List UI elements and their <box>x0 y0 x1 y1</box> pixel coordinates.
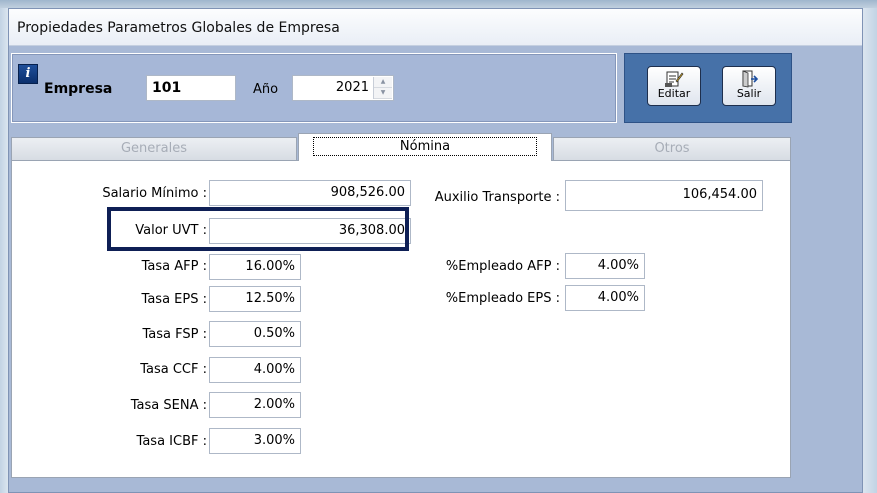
salir-label: Salir <box>736 87 762 100</box>
tasa-icbf-input[interactable]: 3.00% <box>209 428 301 454</box>
dialog-titlebar: Propiedades Parametros Globales de Empre… <box>9 9 862 46</box>
exit-door-icon <box>739 70 759 88</box>
tab-nomina-label: Nómina <box>312 137 538 156</box>
tasa-sena-label: Tasa SENA : <box>130 398 207 413</box>
info-icon: i <box>18 64 38 84</box>
tab-otros[interactable]: Otros <box>553 137 791 161</box>
valor-uvt-highlight-box <box>107 207 409 251</box>
ano-label: Año <box>253 82 279 97</box>
tasa-icbf-label: Tasa ICBF : <box>136 434 207 449</box>
editar-label: Editar <box>657 87 691 100</box>
tasa-fsp-label: Tasa FSP : <box>142 327 207 342</box>
tasa-ccf-label: Tasa CCF : <box>140 362 207 377</box>
salario-minimo-input[interactable]: 908,526.00 <box>209 180 411 206</box>
ano-spinner[interactable]: ▲ ▼ <box>373 77 392 99</box>
tasa-eps-label: Tasa EPS : <box>141 292 207 307</box>
empleado-afp-label: %Empleado AFP : <box>445 259 560 274</box>
toolbar-panel: Editar Salir <box>624 53 792 123</box>
spin-down-icon[interactable]: ▼ <box>374 88 392 99</box>
window-frame-right <box>863 8 877 493</box>
editar-button[interactable]: Editar <box>647 66 701 106</box>
window-frame-left <box>0 8 8 493</box>
tasa-afp-input[interactable]: 16.00% <box>209 254 301 280</box>
empresa-label: Empresa <box>44 81 113 97</box>
tasa-eps-input[interactable]: 12.50% <box>209 286 301 312</box>
salario-minimo-label: Salario Mínimo : <box>102 186 207 201</box>
company-header-panel: i Empresa 101 Año 2021 ▲ ▼ <box>11 53 617 123</box>
auxilio-transporte-input[interactable]: 106,454.00 <box>565 180 763 211</box>
tab-generales[interactable]: Generales <box>11 137 297 161</box>
empleado-afp-input[interactable]: 4.00% <box>565 253 645 279</box>
tab-nomina[interactable]: Nómina <box>298 133 552 161</box>
empleado-eps-input[interactable]: 4.00% <box>565 285 645 311</box>
dialog-title: Propiedades Parametros Globales de Empre… <box>17 20 340 36</box>
empresa-input[interactable]: 101 <box>146 75 236 101</box>
salir-button[interactable]: Salir <box>722 66 776 106</box>
tasa-fsp-input[interactable]: 0.50% <box>209 321 301 347</box>
tab-strip: Generales Nómina Otros <box>11 133 791 161</box>
tasa-ccf-input[interactable]: 4.00% <box>209 357 301 383</box>
tasa-sena-input[interactable]: 2.00% <box>209 392 301 418</box>
spin-up-icon[interactable]: ▲ <box>374 77 392 88</box>
tasa-afp-label: Tasa AFP : <box>141 259 207 274</box>
auxilio-transporte-label: Auxilio Transporte : <box>434 190 560 205</box>
empleado-eps-label: %Empleado EPS : <box>445 291 560 306</box>
edit-document-icon <box>664 70 684 88</box>
